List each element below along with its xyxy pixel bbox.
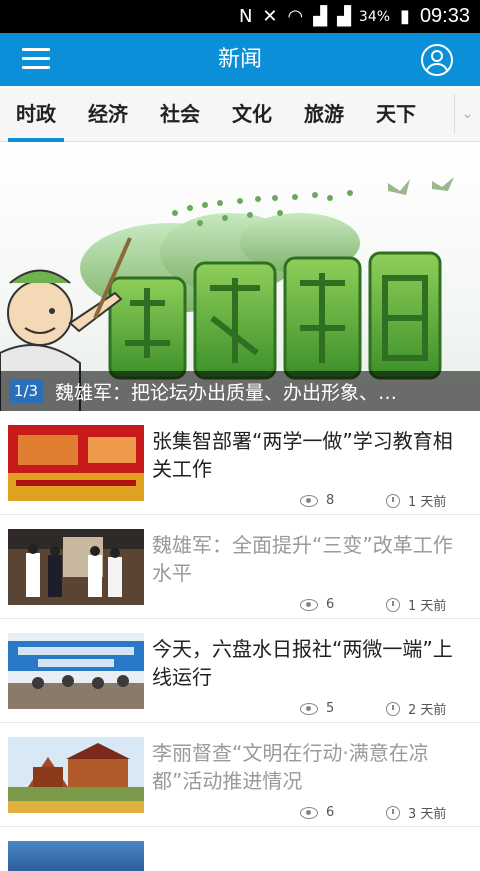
status-bar: N ✕ ◠ ▟ ▟ 34% ▮ 09:33 [0,0,480,33]
news-title: 魏雄军：全面提升“三变”改革工作水平 [152,533,453,585]
signal1-icon: ▟ [313,6,328,27]
views-eye-icon [300,598,318,611]
news-title: 今天，六盘水日报社“两微一端”上线运行 [152,637,453,689]
battery-icon: ▮ [400,6,410,27]
views-eye-icon [300,702,318,715]
news-item[interactable]: 李丽督查“文明在行动·满意在凉都”活动推进情况 6 3 天前 [0,723,480,827]
page-title: 新闻 [217,47,262,72]
news-item[interactable]: 魏雄军：全面提升“三变”改革工作水平 6 1 天前 [0,515,480,619]
news-thumbnail [8,529,144,605]
banner-title-bar: 1/3 魏雄军：把论坛办出质量、办出形象、… [0,371,480,411]
publish-time: 1 天前 [408,495,447,510]
tab-society[interactable]: 社会 [144,86,216,142]
news-meta: 6 1 天前 [300,595,446,614]
views-eye-icon [300,806,318,819]
tab-travel[interactable]: 旅游 [288,86,360,142]
carousel-page-indicator: 1/3 [9,379,43,403]
news-item[interactable]: 张集智部署“两学一做”学习教育相关工作 8 1 天前 [0,411,480,515]
chevron-down-icon[interactable]: ⌄ [454,94,480,134]
clock-icon [386,701,400,716]
news-item[interactable]: 今天，六盘水日报社“两微一端”上线运行 5 2 天前 [0,619,480,723]
news-thumbnail [8,633,144,709]
view-count: 5 [326,701,335,716]
headline-carousel[interactable]: 1/3 魏雄军：把论坛办出质量、办出形象、… [0,143,480,411]
clock-time: 09:33 [419,5,470,27]
clock-icon [386,805,400,820]
news-title: 李丽督查“文明在行动·满意在凉都”活动推进情况 [152,741,429,793]
clock-icon [386,493,400,508]
news-title: 张集智部署“两学一做”学习教育相关工作 [152,429,453,481]
news-thumbnail [8,841,144,871]
news-meta: 5 2 天前 [300,699,446,718]
n-icon: N [238,6,253,27]
mute-icon: ✕ [262,6,278,27]
wifi-icon: ◠ [287,6,304,27]
user-profile-icon[interactable] [421,44,453,76]
news-item-partial[interactable] [0,827,480,871]
category-tab-bar: 时政 经济 社会 文化 旅游 天下 ⌄ [0,86,480,142]
tab-economy[interactable]: 经济 [72,86,144,142]
publish-time: 1 天前 [408,599,447,614]
tab-world[interactable]: 天下 [360,86,432,142]
publish-time: 2 天前 [408,703,447,718]
clock-icon [386,597,400,612]
signal2-icon: ▟ [337,6,351,27]
view-count: 6 [326,805,335,820]
view-count: 6 [326,597,335,612]
news-thumbnail [8,737,144,813]
tab-culture[interactable]: 文化 [216,86,288,142]
battery-percent: 34% [358,8,391,25]
tab-politics[interactable]: 时政 [0,86,72,142]
app-header: 新闻 [0,33,480,86]
view-count: 8 [326,493,335,508]
news-meta: 6 3 天前 [300,803,446,822]
views-eye-icon [300,494,318,507]
news-thumbnail [8,425,144,501]
publish-time: 3 天前 [408,807,447,822]
news-meta: 8 1 天前 [300,491,446,510]
banner-headline: 魏雄军：把论坛办出质量、办出形象、… [55,381,398,404]
news-list: 张集智部署“两学一做”学习教育相关工作 8 1 天前 魏雄军：全面提升“三变”改… [0,411,480,871]
